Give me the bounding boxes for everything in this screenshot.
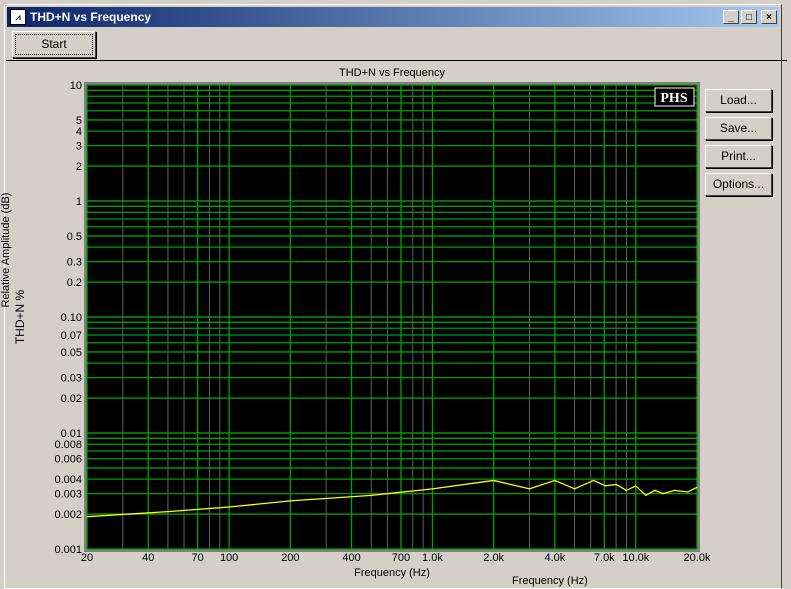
x-tick-label: 100	[220, 552, 238, 564]
x-tick-label: 40	[142, 552, 154, 564]
y-tick-label: 0.05	[61, 347, 82, 359]
data-point	[554, 479, 556, 482]
data-point	[228, 506, 230, 508]
data-point	[635, 485, 637, 487]
x-tick-label: 1.0k	[422, 552, 443, 564]
data-point	[528, 488, 531, 490]
data-point	[289, 500, 291, 502]
data-point	[615, 483, 617, 486]
data-point	[645, 494, 647, 496]
data-point	[687, 491, 689, 493]
y-tick-label: 0.03	[61, 373, 82, 385]
data-point	[625, 489, 628, 492]
x-tick-label: 10.0k	[622, 552, 649, 564]
background-ylabel: Relative Amplitude (dB)	[0, 192, 12, 308]
y-tick-label: 0.001	[54, 544, 82, 556]
x-tick-label: 20	[81, 552, 93, 564]
x-tick-label: 400	[342, 552, 360, 564]
x-tick-label: 200	[281, 552, 299, 564]
y-tick-label: 0.10	[61, 312, 82, 324]
y-tick-label: 0.003	[54, 489, 82, 501]
y-tick-label: 0.07	[61, 330, 82, 342]
x-tick-label: 7.0k	[594, 552, 615, 564]
x-tick-label: 20.0k	[684, 552, 711, 564]
data-point	[592, 479, 595, 482]
y-tick-label: 0.002	[54, 509, 82, 521]
y-tick-label: 4	[76, 126, 82, 138]
data-point	[696, 486, 698, 488]
y-tick-label: 1	[76, 196, 82, 208]
x-tick-label: 70	[192, 552, 204, 564]
x-tick-label: 700	[392, 552, 410, 564]
x-tick-label: 2.0k	[483, 552, 504, 564]
data-point	[86, 516, 88, 518]
data-point	[167, 511, 169, 513]
background-xlabel: Frequency (Hz)	[512, 575, 588, 587]
data-point	[673, 489, 676, 492]
y-tick-label: 0.008	[54, 439, 82, 451]
y-tick-label: 0.5	[67, 231, 82, 243]
x-tick-label: 4.0k	[544, 552, 565, 564]
y-tick-label: 0.3	[67, 257, 82, 269]
data-point	[662, 493, 664, 495]
y-tick-label: 0.02	[61, 393, 82, 405]
y-tick-label: 0.006	[54, 454, 82, 466]
data-point	[370, 494, 372, 496]
data-point	[573, 488, 576, 490]
y-tick-label: 10	[70, 80, 82, 92]
y-tick-label: 3	[76, 141, 82, 153]
data-point	[493, 479, 495, 482]
data-point	[604, 485, 607, 487]
thd-chart: 20 40 70 100 200 400 700 1.0k 2.0k 4.0k 7.0k 10.0k 2…	[13, 80, 711, 579]
y-tick-label: 0.01	[61, 428, 82, 440]
y-tick-label: 5	[76, 115, 82, 127]
phs-logo-text: PHS	[660, 91, 687, 106]
y-tick-label: 2	[76, 161, 82, 173]
x-axis-label: Frequency (Hz)	[354, 567, 430, 579]
data-point	[431, 488, 434, 490]
y-tick-label: 0.2	[67, 277, 82, 289]
data-point	[654, 489, 656, 492]
y-tick-label: 0.004	[54, 474, 82, 486]
y-axis-label: THD+N %	[13, 290, 27, 345]
